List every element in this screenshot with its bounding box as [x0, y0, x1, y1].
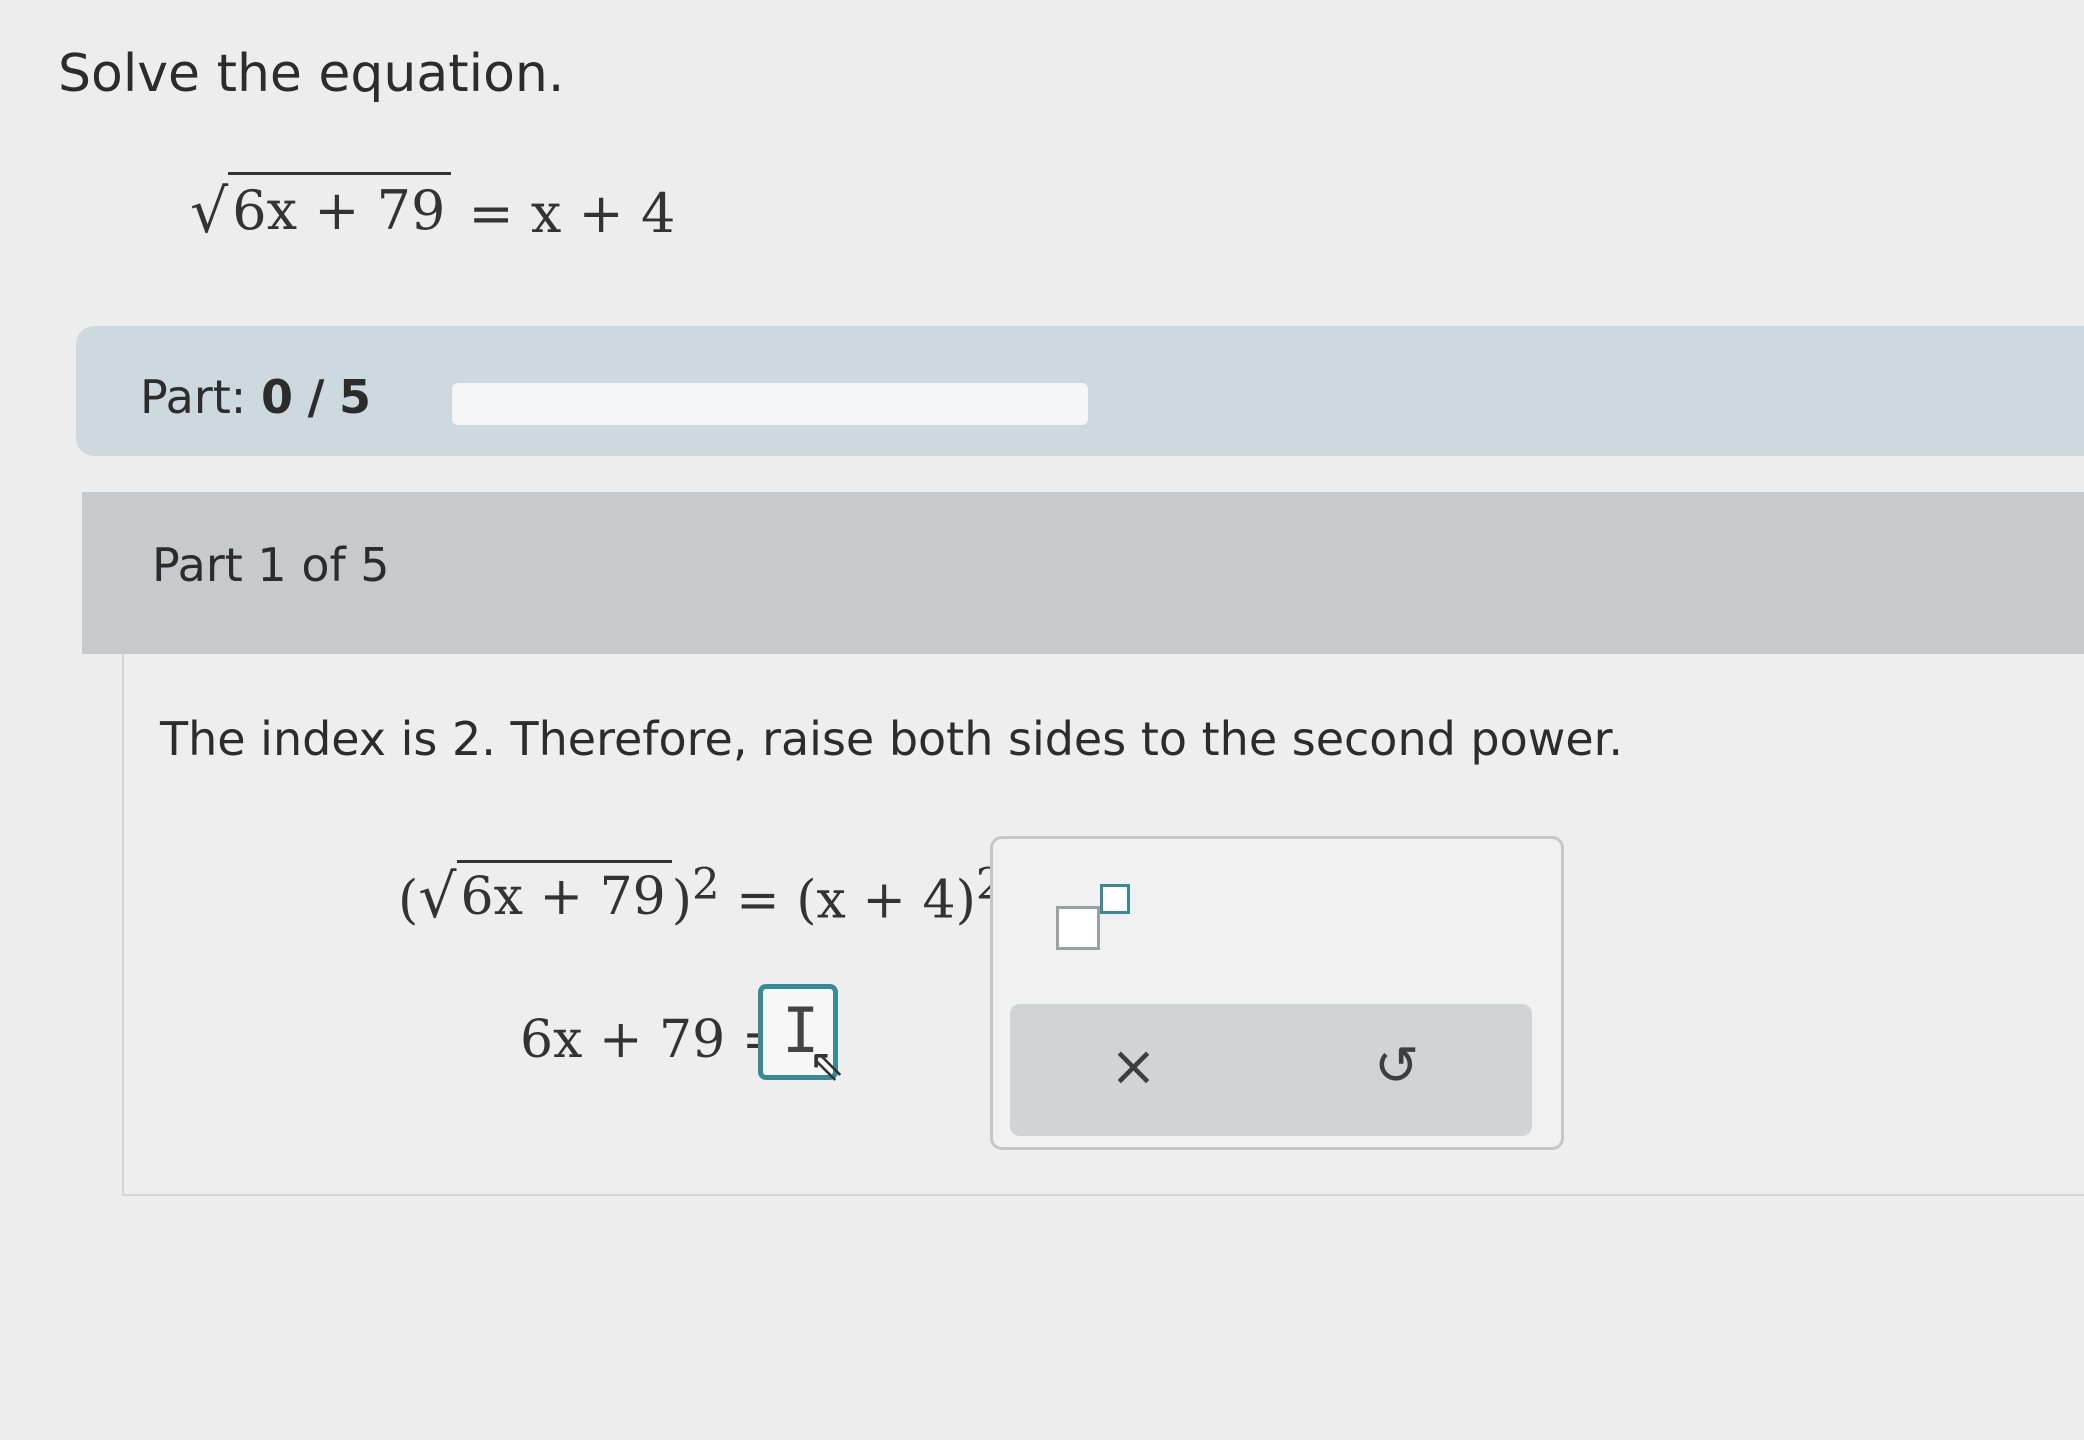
superscript-button[interactable] [1050, 880, 1130, 950]
clear-button[interactable]: × [1110, 1034, 1157, 1099]
square-root: √ 6x + 79 [190, 172, 452, 247]
step-heading: Part 1 of 5 [152, 538, 390, 592]
lhs-exponent: 2 [692, 860, 720, 910]
equation-rhs: = x + 4 [468, 182, 676, 245]
answer-prompt: 6x + 79 = [520, 1010, 786, 1070]
radical-sign-icon: √ [418, 862, 457, 933]
close-paren: ) [671, 870, 693, 931]
problem-equation: √ 6x + 79 = x + 4 [190, 172, 675, 245]
part-separator: / [307, 370, 325, 424]
part-prefix: Part: [140, 370, 247, 424]
radicand: 6x + 79 [228, 172, 452, 242]
undo-button[interactable]: ↺ [1374, 1034, 1419, 1097]
square-root: √ 6x + 79 [418, 860, 672, 933]
superscript-base-icon [1056, 906, 1100, 950]
mouse-pointer-icon: ⇖ [808, 1040, 845, 1091]
part-total: 5 [339, 370, 372, 424]
part-current: 0 [260, 370, 293, 424]
problem-title: Solve the equation. [58, 44, 565, 104]
radicand: 6x + 79 [456, 860, 672, 927]
superscript-exponent-icon [1100, 884, 1130, 914]
palette-toolbar [1010, 1004, 1532, 1136]
squared-equation: (√6x + 79)2 = (x + 4)2 [398, 860, 1003, 930]
part-progress-label: Part: 0 / 5 [140, 370, 371, 424]
step-instruction: The index is 2. Therefore, raise both si… [160, 712, 1623, 766]
open-paren: ( [398, 870, 419, 931]
radical-sign-icon: √ [190, 177, 229, 247]
squared-rhs: = (x + 4) [736, 870, 976, 931]
progress-track [452, 383, 1088, 425]
